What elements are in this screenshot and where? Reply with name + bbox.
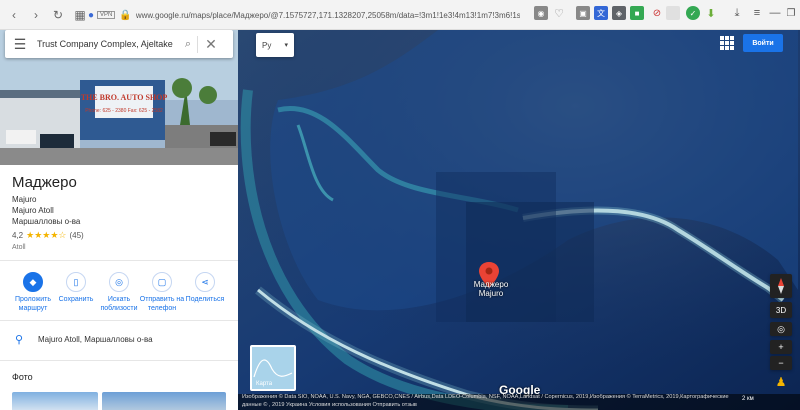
reload-icon[interactable]: ↻: [50, 7, 66, 23]
minimize-icon[interactable]: —: [768, 6, 782, 20]
map-imagery: [238, 30, 800, 410]
marker-subtitle: Majuro: [478, 289, 504, 298]
downloads-icon[interactable]: ⤓: [730, 6, 744, 20]
save-button[interactable]: ▯ Сохранить: [53, 272, 99, 304]
share-icon: ⋖: [195, 272, 215, 292]
photo-thumbnail[interactable]: [102, 392, 226, 410]
place-name-en: Majuro: [12, 195, 37, 204]
address-text: Majuro Atoll, Маршалловы о-ва: [38, 334, 153, 344]
layer-select[interactable]: Рy ▾: [256, 33, 294, 57]
my-location-icon[interactable]: ◎: [770, 322, 792, 336]
action-label: Сохранить: [58, 296, 94, 303]
browser-toolbar: ‹ › ↻ ▦ ● VPN 🔒 www.google.ru/maps/place…: [0, 0, 800, 30]
directions-icon: ◆: [23, 272, 43, 292]
layer-select-value: Рy: [262, 40, 272, 50]
action-label: Проложить маршрут: [14, 296, 52, 312]
hamburger-menu-icon[interactable]: ☰: [5, 36, 35, 53]
search-box: ☰ ⌕ ✕: [5, 30, 233, 58]
apps-grid-icon[interactable]: [720, 36, 734, 50]
url-text[interactable]: www.google.ru/maps/place/Маджеро/@7.1575…: [136, 11, 520, 20]
review-count[interactable]: (45): [69, 231, 83, 240]
attribution-line1: Изображения © Data SIO, NOAA, U.S. Navy,…: [242, 394, 729, 400]
place-panel: THE BRO. AUTO SHOP Phone: 625 - 2380 Fax…: [0, 30, 238, 410]
tabs-grid-icon[interactable]: ▦: [72, 7, 88, 23]
place-category[interactable]: Atoll: [12, 244, 26, 251]
action-label: Поделиться: [185, 296, 225, 303]
rating-stars: ★★★★☆: [26, 230, 67, 240]
place-country: Маршалловы о-ва: [12, 217, 81, 226]
photos-heading: Фото: [12, 372, 33, 382]
extension-icon[interactable]: ◈: [612, 6, 626, 20]
zoom-in-button[interactable]: +: [770, 340, 792, 354]
location-pin-icon: ⚲: [14, 333, 24, 346]
send-to-phone-icon: ▢: [152, 272, 172, 292]
close-icon[interactable]: ✕: [197, 35, 224, 53]
zoom-out-button[interactable]: −: [770, 356, 792, 370]
map-attribution: Изображения © Data SIO, NOAA, U.S. Navy,…: [238, 394, 800, 410]
vpn-badge[interactable]: VPN: [97, 11, 116, 19]
chevron-down-icon: ▾: [284, 42, 288, 49]
marker-title: Маджеро: [473, 280, 509, 289]
tilt-3d-button[interactable]: 3D: [770, 302, 792, 318]
place-title: Маджеро: [12, 174, 77, 191]
divider: [0, 320, 238, 321]
minimap-label: Карта: [256, 381, 273, 387]
photo-thumbnail[interactable]: [12, 392, 98, 410]
shop-sign-phone: Phone: 625 - 2380 Fax: 625 - 2582: [85, 108, 163, 114]
lock-icon: 🔒: [119, 9, 132, 21]
search-nearby-button[interactable]: ◎ Искать поблизости: [96, 272, 142, 313]
scale-label: 2 км: [742, 396, 754, 402]
extension-icon[interactable]: [666, 6, 680, 20]
rating-value: 4,2: [12, 231, 24, 240]
attribution-line2[interactable]: данные © , 2019 Украина Условия использо…: [242, 402, 796, 410]
place-atoll: Majuro Atoll: [12, 206, 54, 215]
block-icon[interactable]: ⊘: [650, 6, 664, 20]
send-to-phone-button[interactable]: ▢ Отправить на телефон: [139, 272, 185, 313]
translate-icon[interactable]: 文: [594, 6, 608, 20]
location-pin-icon: ●: [88, 9, 95, 21]
extension-icon[interactable]: ■: [630, 6, 644, 20]
rating-row[interactable]: 4,2 ★★★★☆ (45): [12, 230, 84, 241]
satellite-map[interactable]: [238, 30, 800, 410]
address-row[interactable]: ⚲ Majuro Atoll, Маршалловы о-ва: [0, 326, 238, 352]
extension-icon[interactable]: ▣: [576, 6, 590, 20]
nearby-icon: ◎: [109, 272, 129, 292]
camera-icon[interactable]: ◉: [534, 6, 548, 20]
action-label: Искать поблизости: [100, 296, 138, 312]
map-type-toggle[interactable]: Карта: [250, 345, 296, 391]
action-label: Отправить на телефон: [139, 296, 185, 312]
share-button[interactable]: ⋖ Поделиться: [182, 272, 228, 304]
extension-icon[interactable]: ✓: [686, 6, 700, 20]
directions-button[interactable]: ◆ Проложить маршрут: [10, 272, 56, 313]
divider: [0, 260, 238, 261]
divider: [0, 360, 238, 361]
signin-button[interactable]: Войти: [743, 34, 783, 52]
pegman-icon[interactable]: ♟: [770, 374, 792, 390]
menu-icon[interactable]: ≡: [750, 6, 764, 20]
back-icon[interactable]: ‹: [6, 7, 22, 23]
heart-icon[interactable]: ♡: [552, 6, 566, 20]
download-icon[interactable]: ⬇: [704, 6, 718, 20]
address-bar[interactable]: ● VPN 🔒 www.google.ru/maps/place/Маджеро…: [88, 6, 520, 24]
window-icon[interactable]: ❐: [784, 6, 798, 20]
search-icon[interactable]: ⌕: [179, 38, 197, 51]
shop-sign-text: THE BRO. AUTO SHOP: [81, 93, 168, 102]
forward-icon[interactable]: ›: [28, 7, 44, 23]
compass-icon[interactable]: [770, 274, 792, 298]
bookmark-icon: ▯: [66, 272, 86, 292]
marker-label[interactable]: Маджеро Majuro: [466, 280, 516, 298]
search-input[interactable]: [35, 38, 179, 50]
